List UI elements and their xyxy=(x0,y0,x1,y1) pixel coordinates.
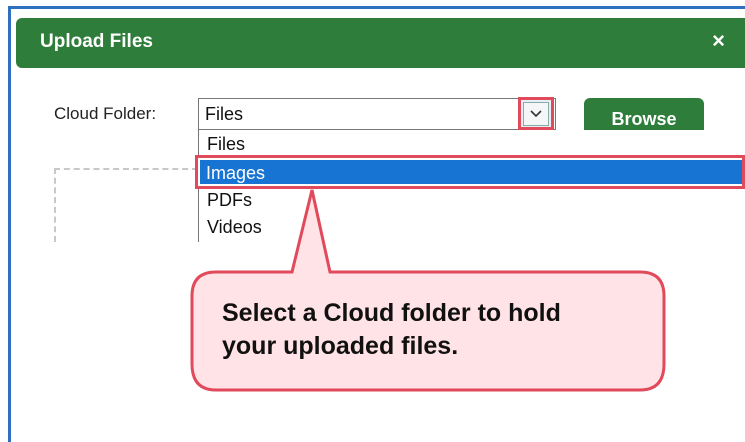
callout-line-1: Select a Cloud folder to hold xyxy=(222,299,561,327)
callout-line-2: your uploaded files. xyxy=(222,332,459,360)
callout-bubble xyxy=(190,189,666,392)
callout-text: Select a Cloud folder to hold your uploa… xyxy=(222,297,662,363)
